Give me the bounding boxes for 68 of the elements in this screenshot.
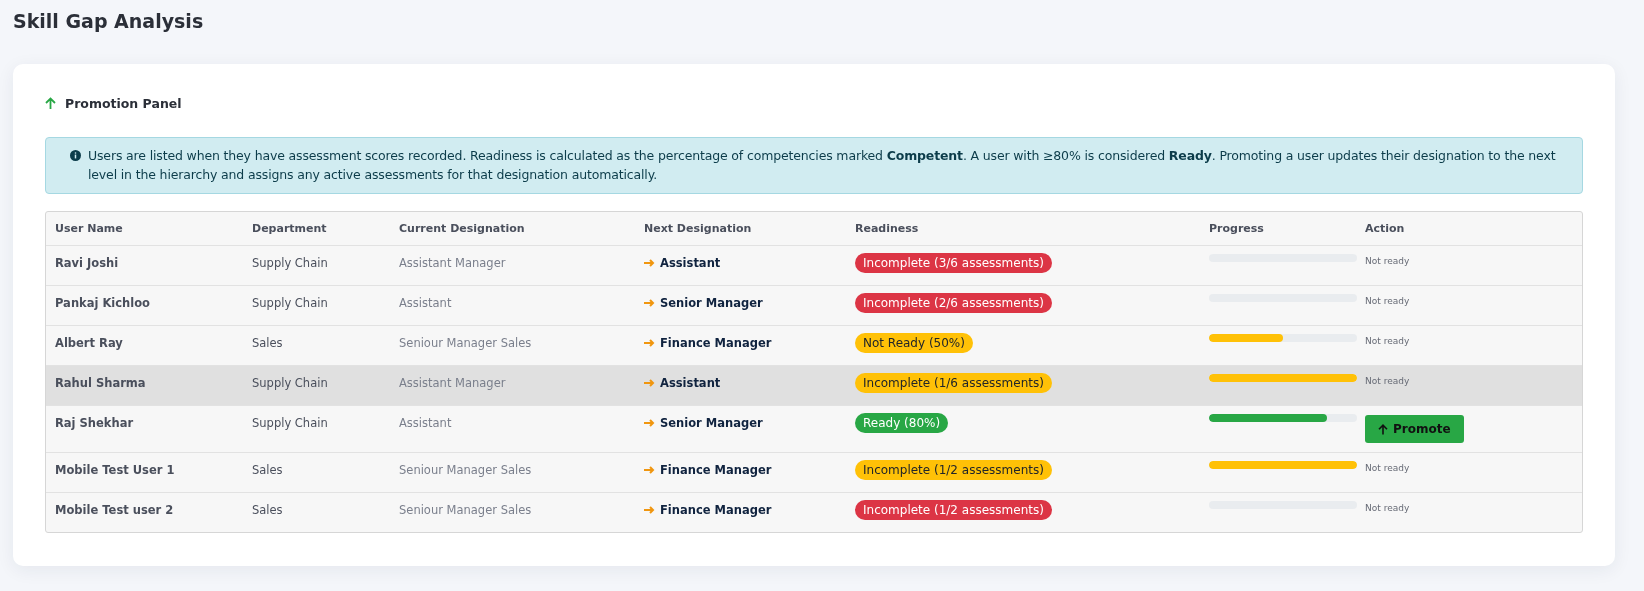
status-text: Not ready xyxy=(1365,376,1410,386)
department-cell-text: Supply Chain xyxy=(252,375,329,392)
department-cell-text: Supply Chain xyxy=(252,255,329,272)
table-row[interactable]: Rahul Sharma Supply Chain Assistant Manager Assistant Incomplete (1/6 assessments) Not ready xyxy=(46,366,1582,406)
status-text: Not ready xyxy=(1365,463,1410,473)
status-text: Not ready xyxy=(1365,296,1410,306)
readiness-badge: Not Ready (50%) xyxy=(855,333,973,353)
column-header: User Name xyxy=(55,222,124,235)
current-designation: Assistant xyxy=(399,415,453,432)
current-designation: Seniour Manager Sales xyxy=(399,462,533,479)
readiness-badge: Incomplete (1/2 assessments) xyxy=(855,500,1052,520)
arrow-right-icon xyxy=(644,339,655,347)
department-cell-text: Sales xyxy=(252,335,284,352)
panel-title: Promotion Panel xyxy=(65,96,182,111)
arrow-right-icon xyxy=(644,379,655,387)
user-name: Rahul Sharma xyxy=(55,375,147,392)
column-header: Action xyxy=(1365,222,1406,235)
arrow-right-icon xyxy=(644,466,655,474)
next-designation: Senior Manager xyxy=(660,416,763,430)
next-designation: Assistant xyxy=(660,256,721,270)
status-text: Not ready xyxy=(1365,336,1410,346)
column-header: Department xyxy=(252,222,328,235)
table-row[interactable]: Pankaj Kichloo Supply Chain Assistant Senior Manager Incomplete (2/6 assessments) Not ready xyxy=(46,286,1582,326)
table-row[interactable]: Ravi Joshi Supply Chain Assistant Manager Assistant Incomplete (3/6 assessments) Not ready xyxy=(46,246,1582,286)
arrow-right-icon xyxy=(644,419,655,427)
user-name: Pankaj Kichloo xyxy=(55,295,152,312)
readiness-badge: Incomplete (2/6 assessments) xyxy=(855,293,1052,313)
next-designation: Assistant xyxy=(660,376,721,390)
current-designation: Assistant Manager xyxy=(399,255,507,272)
next-designation: Finance Manager xyxy=(660,336,772,350)
next-designation: Finance Manager xyxy=(660,503,772,517)
user-name: Raj Shekhar xyxy=(55,415,135,432)
status-text: Not ready xyxy=(1365,503,1410,513)
arrow-up-icon xyxy=(45,97,56,110)
column-header: Progress xyxy=(1209,222,1265,235)
info-text: Users are listed when they have assessment scores recorded. Readiness is calculated as the percentage of competencies marked Competent. A user with ≥80% is considered Ready. Promoting a user updates their designation to the next level in the hierarchy and assigns any active assessments for that designation automatically. xyxy=(88,147,1557,184)
arrow-right-icon xyxy=(644,506,655,514)
readiness-badge: Ready (80%) xyxy=(855,413,949,433)
department-cell-text: Sales xyxy=(252,502,284,519)
table-row[interactable]: Raj Shekhar Supply Chain Assistant Senior Manager Ready (80%) Promote xyxy=(46,406,1582,453)
department-cell-text: Sales xyxy=(252,462,284,479)
user-name: Ravi Joshi xyxy=(55,255,120,272)
readiness-badge: Incomplete (1/6 assessments) xyxy=(855,373,1052,393)
user-name: Mobile Test User 1 xyxy=(55,462,176,479)
current-designation: Seniour Manager Sales xyxy=(399,335,533,352)
readiness-badge: Incomplete (1/2 assessments) xyxy=(855,460,1052,480)
readiness-badge: Incomplete (3/6 assessments) xyxy=(855,253,1052,273)
column-header: Next Designation xyxy=(644,222,753,235)
info-icon xyxy=(70,150,81,161)
status-text: Not ready xyxy=(1365,256,1410,266)
current-designation: Assistant Manager xyxy=(399,375,507,392)
user-name: Mobile Test user 2 xyxy=(55,502,175,519)
department-cell-text: Supply Chain xyxy=(252,415,329,432)
table-row[interactable]: Mobile Test User 1 Sales Seniour Manager Sales Finance Manager Incomplete (1/2 assessments) Not ready xyxy=(46,453,1582,493)
table-row[interactable]: Mobile Test user 2 Sales Seniour Manager Sales Finance Manager Incomplete (1/2 assessments) Not ready xyxy=(46,493,1582,532)
user-name: Albert Ray xyxy=(55,335,124,352)
arrow-right-icon xyxy=(644,259,655,267)
column-header: Current Designation xyxy=(399,222,526,235)
current-designation: Assistant xyxy=(399,295,453,312)
arrow-right-icon xyxy=(644,299,655,307)
arrow-up-icon xyxy=(1378,423,1388,435)
column-header: Readiness xyxy=(855,222,920,235)
department-cell-text: Supply Chain xyxy=(252,295,329,312)
current-designation: Seniour Manager Sales xyxy=(399,502,533,519)
next-designation: Senior Manager xyxy=(660,296,763,310)
page-title: Skill Gap Analysis xyxy=(13,9,205,34)
next-designation: Finance Manager xyxy=(660,463,772,477)
promote-button[interactable]: Promote xyxy=(1365,415,1464,443)
